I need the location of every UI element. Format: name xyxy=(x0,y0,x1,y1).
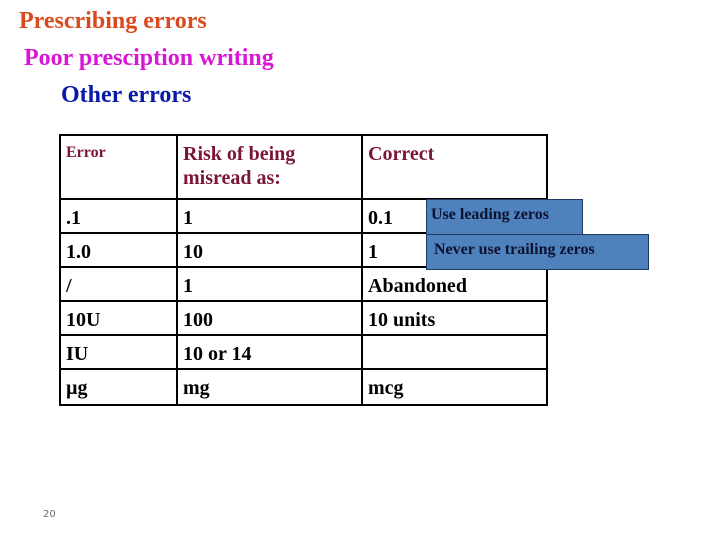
table-row: µg mg mcg xyxy=(59,368,548,406)
cell-risk: 10 or 14 xyxy=(176,334,363,370)
table-row: / 1 Abandoned xyxy=(59,266,548,302)
table-header-row: Error Risk of being misread as: Correct xyxy=(59,134,548,200)
header-error: Error xyxy=(59,134,178,200)
cell-risk: mg xyxy=(176,368,363,406)
cell-risk: 1 xyxy=(176,266,363,302)
cell-error: µg xyxy=(59,368,178,406)
cell-error: 10U xyxy=(59,300,178,336)
cell-risk: 1 xyxy=(176,198,363,234)
cell-correct: Abandoned xyxy=(361,266,548,302)
header-risk: Risk of being misread as: xyxy=(176,134,363,200)
cell-error: 1.0 xyxy=(59,232,178,268)
title-prescribing-errors: Prescribing errors xyxy=(19,8,207,34)
error-table: Error Risk of being misread as: Correct … xyxy=(59,134,548,406)
subtitle-poor-prescription-writing: Poor presciption writing xyxy=(24,45,274,71)
cell-risk: 10 xyxy=(176,232,363,268)
callout-use-leading-zeros: Use leading zeros xyxy=(426,199,583,235)
table-row: 10U 100 10 units xyxy=(59,300,548,336)
cell-error: .1 xyxy=(59,198,178,234)
cell-correct: mcg xyxy=(361,368,548,406)
slide-number: 20 xyxy=(43,509,56,520)
cell-risk: 100 xyxy=(176,300,363,336)
cell-error: / xyxy=(59,266,178,302)
subtitle-other-errors: Other errors xyxy=(61,82,192,108)
table-row: IU 10 or 14 xyxy=(59,334,548,370)
callout-never-use-trailing-zeros: Never use trailing zeros xyxy=(426,234,649,270)
cell-correct xyxy=(361,334,548,370)
cell-correct: 10 units xyxy=(361,300,548,336)
cell-error: IU xyxy=(59,334,178,370)
header-correct: Correct xyxy=(361,134,548,200)
